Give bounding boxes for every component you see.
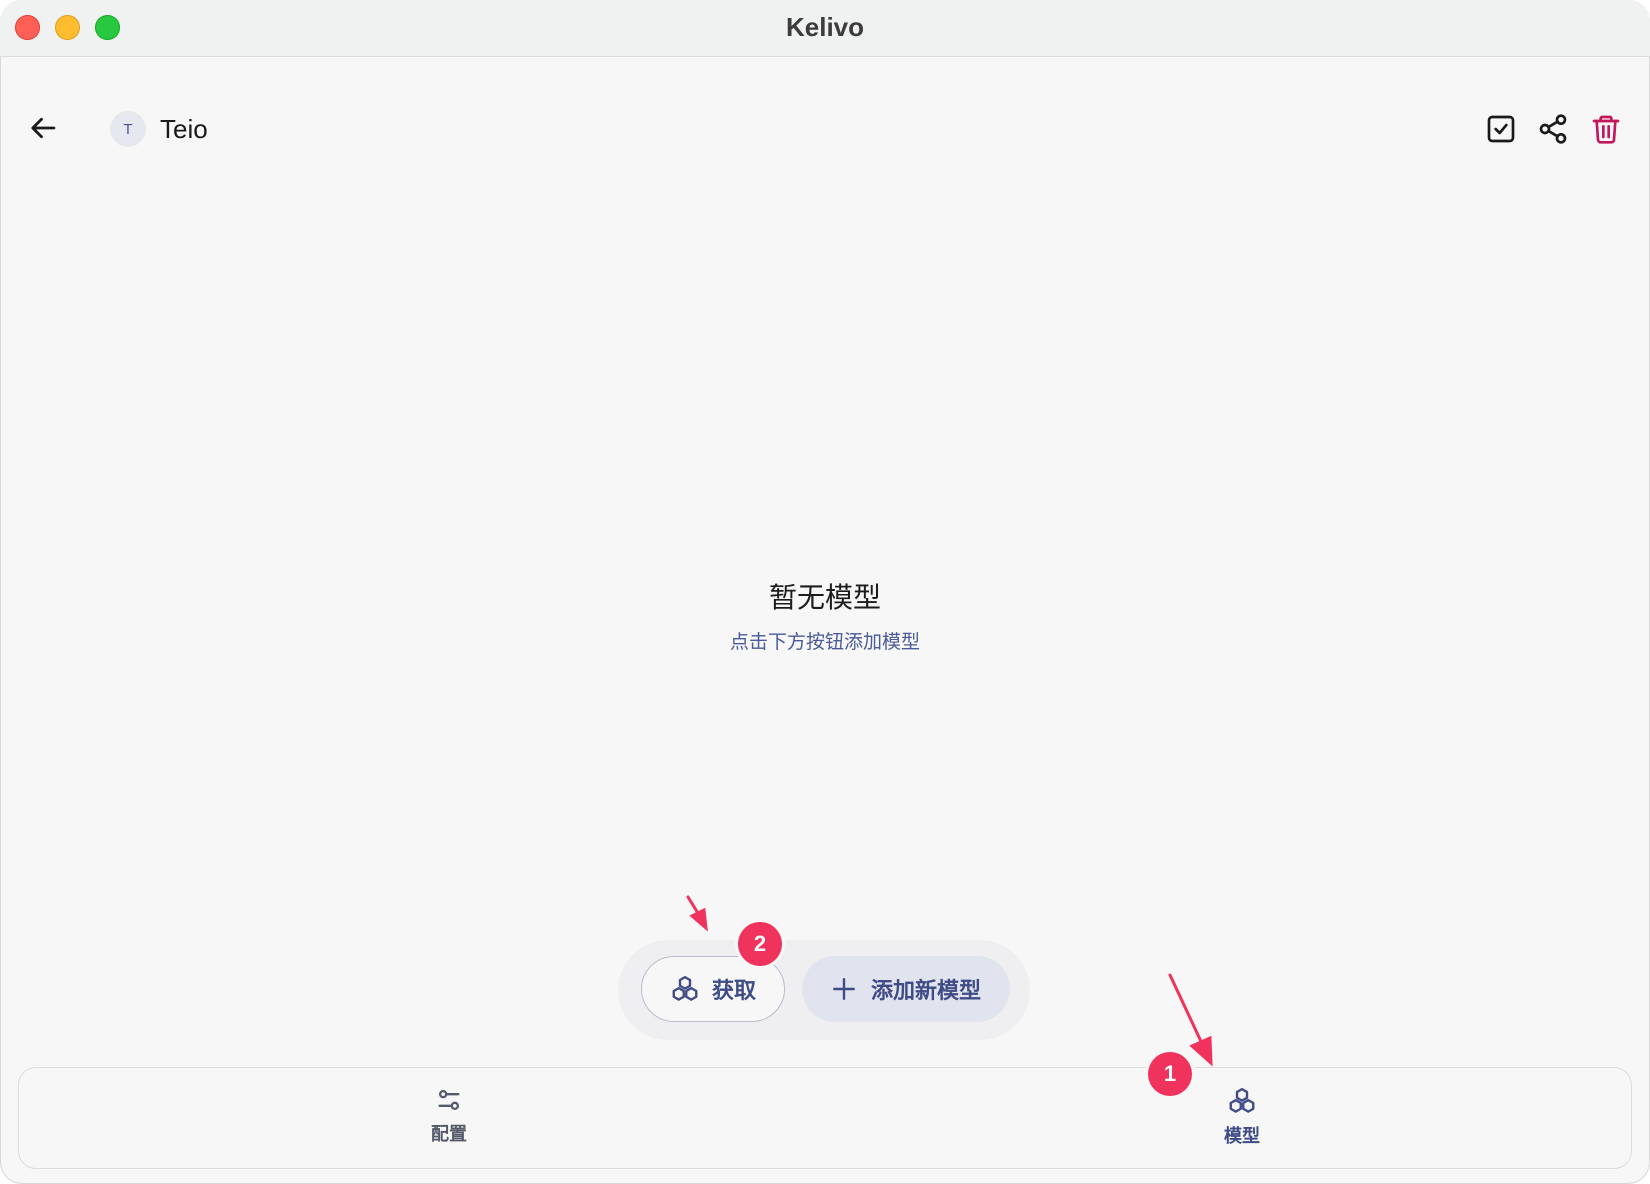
app-window: Kelivo T Teio 暂无模型 点击下方按钮添加模型 获取 添加新模型 配… xyxy=(0,0,1650,1184)
models-icon xyxy=(1229,1087,1255,1113)
annotation-arrow-2-shaft xyxy=(686,895,703,920)
empty-state-subtitle: 点击下方按钮添加模型 xyxy=(729,632,920,653)
trash-icon xyxy=(1592,115,1620,144)
empty-state-title: 暂无模型 xyxy=(768,582,881,613)
annotation-arrow-1-head xyxy=(1189,1035,1213,1067)
nav-item-models[interactable]: 模型 xyxy=(1182,1086,1302,1148)
provider-name: Teio xyxy=(160,114,208,144)
fetch-models-button[interactable]: 获取 xyxy=(641,956,785,1022)
back-button[interactable] xyxy=(24,108,64,148)
share-icon xyxy=(1539,114,1567,144)
models-icon xyxy=(672,975,698,1001)
fetch-button-label: 获取 xyxy=(711,978,756,1003)
checkbox-icon xyxy=(1487,115,1515,143)
annotation-badge-1: 1 xyxy=(1148,1052,1192,1096)
select-button[interactable] xyxy=(1482,110,1520,148)
arrow-left-icon xyxy=(31,117,56,139)
plus-icon xyxy=(833,978,855,1000)
share-button[interactable] xyxy=(1534,110,1572,148)
add-model-button[interactable]: 添加新模型 xyxy=(802,956,1010,1022)
nav-label-models: 模型 xyxy=(1224,1126,1260,1146)
provider-avatar: T xyxy=(110,111,146,147)
bottom-navigation: 配置 模型 xyxy=(18,1067,1632,1169)
annotation-arrow-2-head xyxy=(689,907,708,932)
nav-label-config: 配置 xyxy=(431,1124,467,1144)
delete-button[interactable] xyxy=(1587,110,1625,148)
sliders-icon xyxy=(438,1089,460,1111)
window-title: Kelivo xyxy=(785,12,865,42)
annotation-badge-2: 2 xyxy=(738,922,782,966)
annotation-arrow-1-shaft xyxy=(1168,973,1207,1052)
nav-item-config[interactable]: 配置 xyxy=(389,1086,509,1146)
add-button-label: 添加新模型 xyxy=(870,978,981,1003)
title-bar: Kelivo xyxy=(0,0,1650,57)
